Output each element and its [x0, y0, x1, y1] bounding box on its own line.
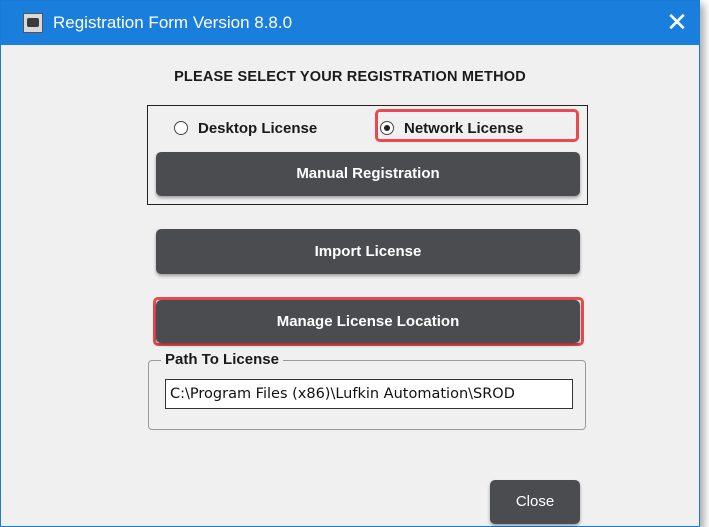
registration-app-icon — [23, 13, 43, 33]
title-bar[interactable]: Registration Form Version 8.8.0 ✕ — [1, 1, 699, 45]
page-heading: PLEASE SELECT YOUR REGISTRATION METHOD — [174, 69, 526, 85]
registration-window: Registration Form Version 8.8.0 ✕ PLEASE… — [0, 0, 700, 527]
manage-license-location-button[interactable]: Manage License Location — [156, 300, 580, 343]
radio-circle-unchecked-icon[interactable] — [174, 121, 188, 135]
manual-registration-button[interactable]: Manual Registration — [156, 152, 580, 196]
import-license-button[interactable]: Import License — [156, 229, 580, 274]
window-title: Registration Form Version 8.8.0 — [53, 13, 293, 32]
path-to-license-legend: Path To License — [161, 351, 283, 369]
close-button[interactable]: Close — [490, 480, 580, 524]
radio-desktop-label: Desktop License — [198, 119, 318, 137]
path-to-license-group: Path To License C:\Program Files (x86)\L… — [148, 351, 586, 430]
radio-network-label: Network License — [404, 119, 524, 137]
license-path-field[interactable]: C:\Program Files (x86)\Lufkin Automation… — [165, 379, 573, 409]
radio-desktop-license[interactable]: Desktop License — [174, 116, 317, 140]
registration-method-box: Desktop License Network License Manual R… — [147, 105, 588, 205]
close-icon[interactable]: ✕ — [655, 1, 699, 45]
radio-circle-checked-icon[interactable] — [380, 121, 394, 135]
radio-network-license[interactable]: Network License — [380, 116, 523, 140]
